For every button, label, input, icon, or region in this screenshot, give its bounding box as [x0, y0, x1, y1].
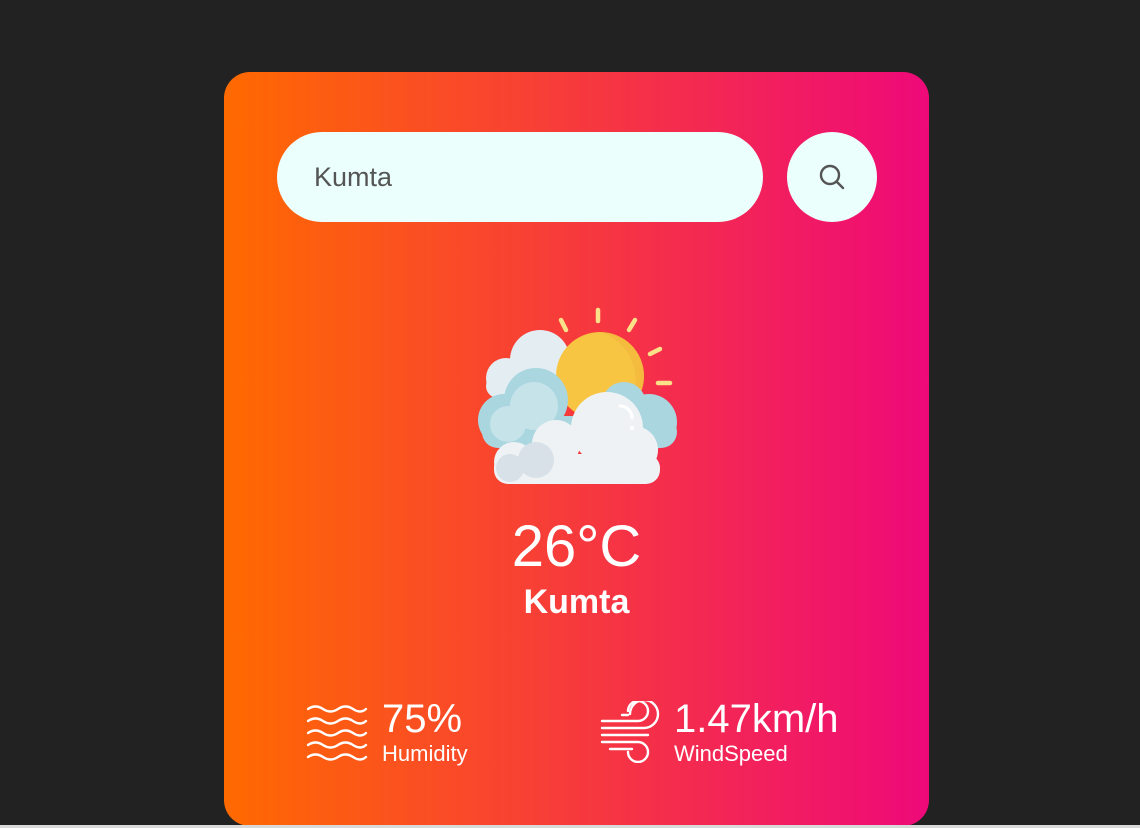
humidity-value: 75%: [382, 697, 463, 741]
wind-panel: 1.47km/h WindSpeed: [598, 692, 839, 772]
search-icon: [818, 163, 846, 191]
humidity-panel: 75% Humidity: [306, 692, 468, 772]
search-button[interactable]: [787, 132, 877, 222]
city-name: Kumta: [523, 583, 630, 621]
wind-speed-label: WindSpeed: [674, 741, 788, 766]
humidity-label: Humidity: [382, 741, 468, 766]
humidity-waves-icon: [306, 701, 368, 763]
page: 26°C Kumta 75% Humidity: [0, 0, 1140, 828]
wind-icon: [598, 701, 660, 763]
search-bar: [277, 132, 877, 222]
wind-speed-value: 1.47km/h: [674, 697, 839, 741]
weather-card: 26°C Kumta 75% Humidity: [224, 72, 929, 826]
temperature: 26°C: [511, 514, 642, 579]
partly-cloudy-sun-icon: [474, 304, 679, 484]
city-search-input[interactable]: [277, 132, 763, 222]
